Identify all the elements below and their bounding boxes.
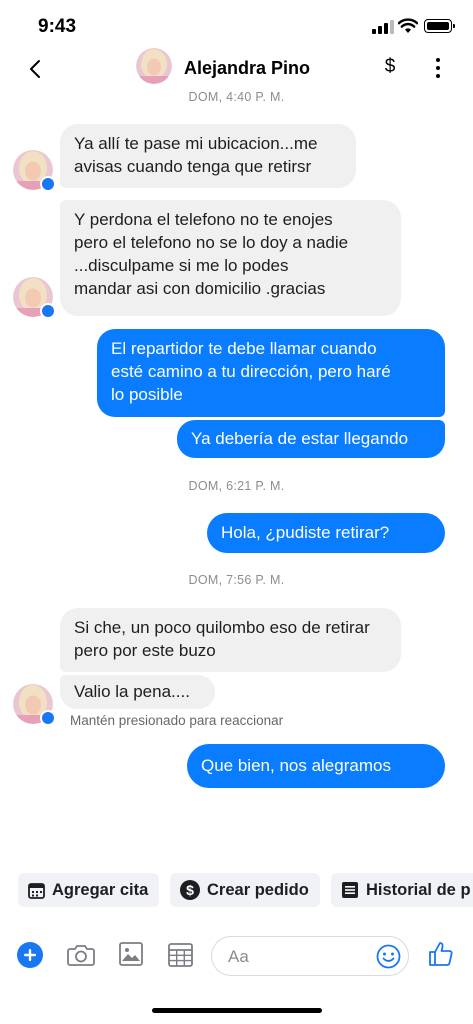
create-order-button[interactable]: $ Crear pedido [170, 873, 320, 907]
appointment-button[interactable] [168, 942, 193, 967]
timestamp: DOM, 4:40 P. M. [188, 90, 285, 104]
incoming-message[interactable]: Si che, un poco quilombo eso de retirar … [60, 608, 401, 672]
battery-icon [424, 19, 455, 33]
timestamp: DOM, 7:56 P. M. [188, 573, 285, 587]
add-appointment-button[interactable]: Agregar cita [18, 873, 159, 907]
messenger-icon [40, 176, 56, 192]
thumbs-up-icon [429, 942, 453, 966]
gallery-button[interactable] [119, 942, 143, 966]
message-input[interactable]: Aa [211, 936, 409, 976]
quick-actions-row: Agregar cita $ Crear pedido Historial de… [0, 873, 473, 909]
status-bar: 9:43 [0, 0, 473, 50]
order-history-label: Historial de p [366, 880, 471, 899]
like-button[interactable] [428, 941, 454, 967]
message-input-placeholder: Aa [228, 947, 249, 966]
add-button[interactable] [16, 941, 44, 969]
calendar-icon [28, 882, 45, 899]
incoming-message[interactable]: Ya allí te pase mi ubicacion...me avisas… [60, 124, 356, 188]
contact-avatar[interactable] [136, 48, 172, 84]
messenger-icon [40, 303, 56, 319]
cellular-signal-icon [372, 20, 394, 34]
outgoing-message[interactable]: Hola, ¿pudiste retirar? [207, 513, 445, 553]
outgoing-message[interactable]: Ya debería de estar llegando [177, 420, 445, 458]
camera-button[interactable] [67, 943, 95, 967]
create-order-label: Crear pedido [207, 880, 309, 899]
chevron-left-icon [30, 60, 40, 78]
payment-button[interactable]: $ [380, 56, 400, 78]
contact-name[interactable]: Alejandra Pino [184, 58, 310, 79]
chat-header: Alejandra Pino $ [0, 44, 473, 94]
home-indicator [152, 1008, 322, 1013]
order-history-button[interactable]: Historial de p [331, 873, 473, 907]
list-icon [342, 882, 358, 898]
outgoing-message[interactable]: Que bien, nos alegramos [187, 744, 445, 788]
incoming-message[interactable]: Valio la pena.... [60, 675, 215, 709]
emoji-icon [376, 944, 401, 969]
timestamp: DOM, 6:21 P. M. [188, 479, 285, 493]
plus-circle-icon [17, 942, 43, 968]
svg-text:$: $ [186, 882, 194, 898]
more-options-button[interactable] [428, 56, 448, 80]
image-icon [119, 942, 143, 966]
incoming-message[interactable]: Y perdona el telefono no te enojes pero … [60, 200, 401, 316]
calendar-outline-icon [168, 943, 193, 967]
message-composer: Aa [0, 930, 473, 982]
reaction-hint: Mantén presionado para reaccionar [70, 713, 284, 728]
dollar-circle-icon: $ [180, 880, 200, 900]
messenger-icon [40, 710, 56, 726]
status-time: 9:43 [38, 16, 77, 37]
camera-icon [67, 945, 95, 966]
add-appointment-label: Agregar cita [52, 880, 149, 899]
emoji-button[interactable] [376, 944, 401, 974]
wifi-icon [398, 18, 418, 33]
outgoing-message[interactable]: El repartidor te debe llamar cuando esté… [97, 329, 445, 417]
back-button[interactable] [20, 52, 50, 86]
